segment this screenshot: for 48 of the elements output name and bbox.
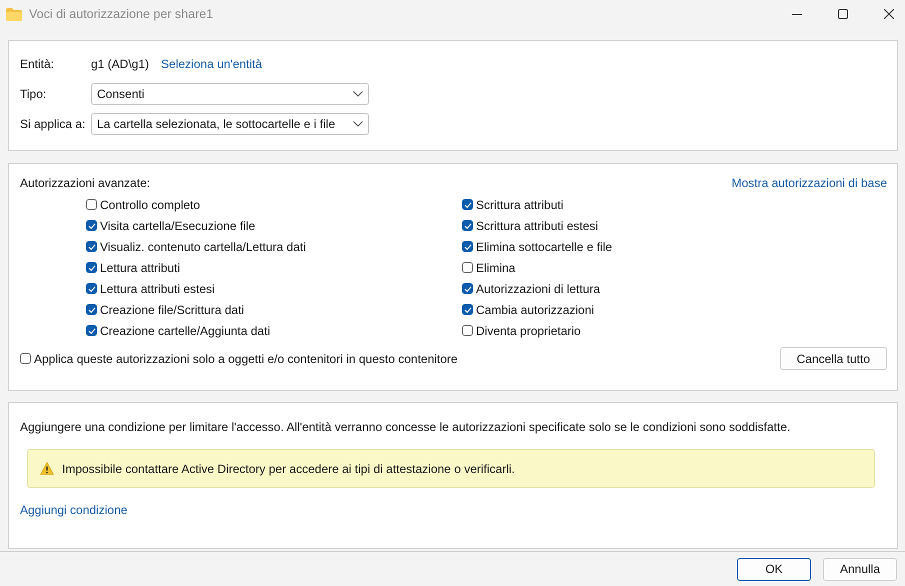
close-icon <box>884 9 894 19</box>
chevron-down-icon <box>353 91 363 97</box>
check-icon <box>464 284 472 292</box>
chevron-down-icon <box>353 121 363 127</box>
check-icon <box>88 284 96 292</box>
checkbox[interactable]: Scrittura attributi <box>462 194 838 215</box>
show-basic-permissions-link[interactable]: Mostra autorizzazioni di base <box>732 176 887 190</box>
field-label: Si applica a: <box>20 117 86 131</box>
check-icon <box>88 306 96 314</box>
field-label: Tipo: <box>20 87 48 101</box>
checkbox[interactable]: Visualiz. contenuto cartella/Lettura dati <box>86 236 462 257</box>
check-icon <box>464 242 472 250</box>
checkbox[interactable]: Applica queste autorizzazioni solo a oggetti e/o contenitori in questo contenitore <box>20 348 458 369</box>
check-icon <box>88 242 96 250</box>
clear-all-button[interactable]: Cancella tutto <box>780 347 887 370</box>
dropdown[interactable]: Consenti <box>91 83 369 105</box>
section-title: Autorizzazioni avanzate: <box>20 176 150 190</box>
checkbox[interactable]: Lettura attributi <box>86 257 462 278</box>
window-title: Voci di autorizzazione per share1 <box>29 7 214 21</box>
check-icon <box>88 326 96 334</box>
checkbox[interactable]: Autorizzazioni di lettura <box>462 278 838 299</box>
select-principal-link[interactable]: Seleziona un'entità <box>161 57 262 71</box>
maximize-icon <box>838 9 848 19</box>
field-label: Entità: <box>20 57 56 71</box>
warning-text: Impossibile contattare Active Directory per accedere ai tipi di attestazione o verificarli. <box>62 462 515 476</box>
checkbox[interactable]: Controllo completo <box>86 194 462 215</box>
check-icon <box>88 264 96 272</box>
check-icon <box>464 200 472 208</box>
ok-button[interactable]: OK <box>737 558 811 580</box>
checkbox[interactable]: Scrittura attributi estesi <box>462 215 838 236</box>
checkbox[interactable]: Creazione cartelle/Aggiunta dati <box>86 320 462 341</box>
checkbox[interactable]: Lettura attributi estesi <box>86 278 462 299</box>
check-icon <box>464 306 472 314</box>
description-text: Aggiungere una condizione per limitare l'accesso. All'entità verranno concesse le autorizzazioni specificate solo se le condizioni sono soddisfatte. <box>20 420 792 435</box>
folder-icon <box>6 8 22 20</box>
cancel-button[interactable]: Annulla <box>823 558 897 580</box>
principal-name: g1 (AD\g1) <box>91 57 150 71</box>
checkbox[interactable]: Cambia autorizzazioni <box>462 299 838 320</box>
check-icon <box>88 222 96 230</box>
warning-icon <box>40 462 54 475</box>
checkbox[interactable]: Diventa proprietario <box>462 320 838 341</box>
dropdown[interactable]: La cartella selezionata, le sottocartelle e i file <box>91 113 369 135</box>
checkbox[interactable]: Elimina sottocartelle e file <box>462 236 838 257</box>
checkbox[interactable]: Creazione file/Scrittura dati <box>86 299 462 320</box>
checkbox[interactable]: Elimina <box>462 257 838 278</box>
check-icon <box>464 222 472 230</box>
add-condition-link[interactable]: Aggiungi condizione <box>20 503 128 517</box>
checkbox[interactable]: Visita cartella/Esecuzione file <box>86 215 462 236</box>
